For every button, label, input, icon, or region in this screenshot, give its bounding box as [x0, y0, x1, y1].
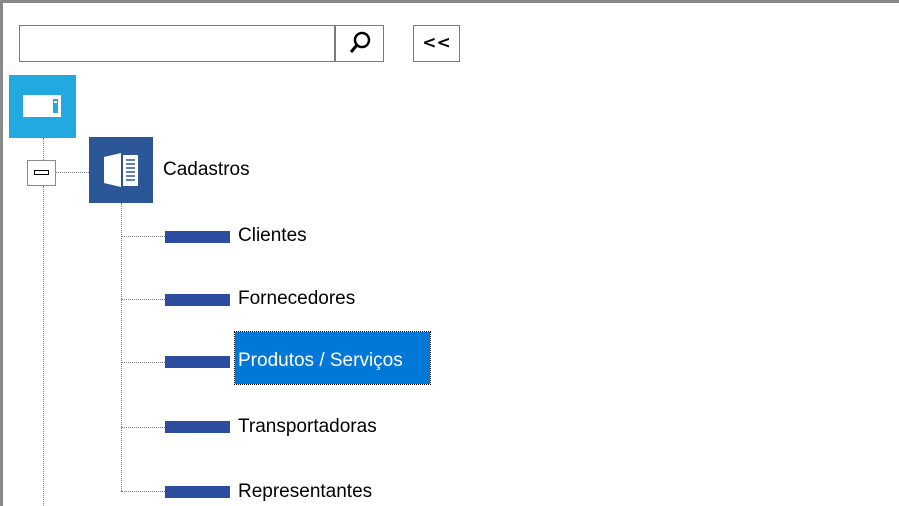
collapse-panel-button[interactable]: << [413, 25, 460, 62]
tree-node-produtos-servicos[interactable]: Produtos / Serviços [234, 331, 431, 385]
tree-connector [121, 236, 165, 237]
root-node-icon[interactable] [9, 75, 76, 138]
tree-connector [56, 172, 89, 173]
tree-connector [121, 362, 165, 363]
tree-connector [43, 138, 44, 160]
window-frame-left [0, 0, 3, 506]
book-icon [104, 153, 138, 187]
tree-connector [121, 299, 165, 300]
bar-icon [165, 421, 230, 433]
tree-connector [121, 491, 165, 492]
bar-icon [165, 231, 230, 243]
bar-icon [165, 294, 230, 306]
minus-icon [34, 170, 49, 175]
bar-icon [165, 356, 230, 368]
tree-node-fornecedores[interactable]: Fornecedores [238, 288, 355, 310]
tree-node-representantes[interactable]: Representantes [238, 481, 372, 503]
search-input[interactable] [19, 25, 335, 62]
window-icon [23, 95, 61, 117]
magnifier-icon [349, 31, 371, 53]
tree-connector [121, 427, 165, 428]
bar-icon [165, 486, 230, 498]
collapse-toggle[interactable] [27, 160, 56, 186]
tree-connector [43, 186, 44, 506]
tree-node-cadastros[interactable]: Cadastros [163, 159, 250, 181]
window-frame-top [0, 0, 899, 3]
group-node-icon[interactable] [89, 137, 153, 203]
tree-node-transportadoras[interactable]: Transportadoras [238, 416, 377, 438]
tree-connector [121, 203, 122, 491]
tree-node-clientes[interactable]: Clientes [238, 225, 307, 247]
search-button[interactable] [335, 25, 384, 62]
